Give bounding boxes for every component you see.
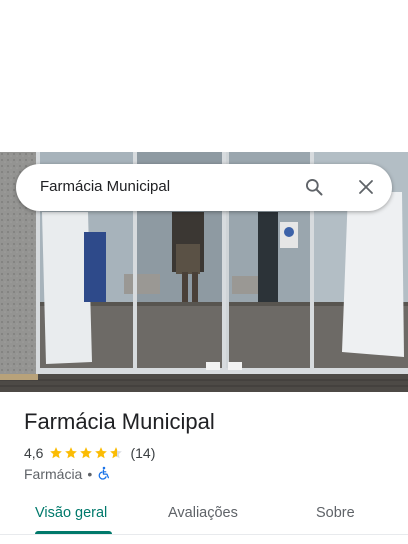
search-input[interactable]: Farmácia Municipal <box>40 178 170 195</box>
place-tabs: Visão geral Avaliações Sobre <box>0 496 408 544</box>
star-rating <box>49 446 124 460</box>
search-icon[interactable] <box>302 175 326 199</box>
tab-reviews[interactable]: Avaliações <box>168 505 238 521</box>
meta-separator: • <box>87 466 93 482</box>
place-category[interactable]: Farmácia <box>24 466 82 482</box>
star-icon <box>95 447 108 459</box>
star-icon <box>50 447 63 459</box>
wheelchair-icon[interactable] <box>97 466 111 483</box>
star-icon <box>80 447 93 459</box>
review-count[interactable]: (14) <box>130 445 155 461</box>
place-meta: Farmácia • <box>24 466 111 482</box>
search-bar[interactable]: Farmácia Municipal <box>16 164 392 211</box>
tab-about[interactable]: Sobre <box>316 505 355 521</box>
tab-overview[interactable]: Visão geral <box>35 505 107 521</box>
close-icon[interactable] <box>354 175 378 199</box>
rating-value: 4,6 <box>24 445 44 461</box>
rating-row[interactable]: 4,6 (14) <box>24 445 155 461</box>
star-icon <box>110 447 123 459</box>
star-icon <box>65 447 78 459</box>
place-title: Farmácia Municipal <box>24 409 215 434</box>
tabs-divider <box>0 534 408 535</box>
